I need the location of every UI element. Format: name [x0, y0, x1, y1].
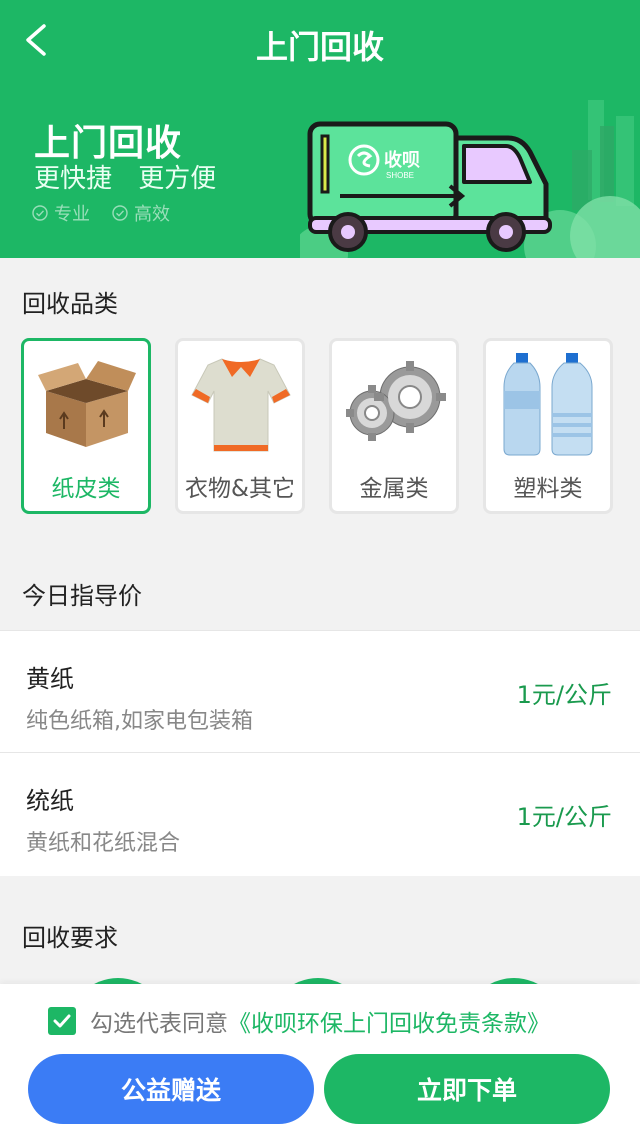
price-section-title: 今日指导价: [22, 582, 142, 610]
banner-tag: 高效: [112, 200, 170, 226]
price-header: 今日指导价: [0, 552, 640, 630]
banner-tag-label-2: 高效: [134, 204, 170, 225]
price-item-name: 黄纸: [26, 665, 74, 693]
truck-brand-en: SHOBE: [386, 171, 414, 180]
donate-button[interactable]: 公益赠送: [28, 1054, 314, 1124]
price-item-value: 1元/公斤: [516, 803, 612, 831]
price-row: 黄纸 纯色纸箱,如家电包装箱 1元/公斤: [0, 630, 640, 752]
agree-text: 勾选代表同意: [90, 1011, 228, 1037]
price-item-value: 1元/公斤: [516, 681, 612, 709]
category-label: 衣物&其它: [185, 476, 295, 502]
plastic-bottles-icon: [496, 351, 602, 457]
category-label: 金属类: [359, 476, 429, 502]
category-plastic[interactable]: 塑料类: [483, 338, 613, 514]
category-label: 塑料类: [513, 476, 583, 502]
category-cardboard[interactable]: 纸皮类: [21, 338, 151, 514]
price-row: 统纸 黄纸和花纸混合 1元/公斤: [0, 752, 640, 874]
truck-brand: 收呗: [384, 149, 420, 170]
price-item-name: 统纸: [26, 787, 74, 815]
banner-subtitle-2: 更方便: [138, 164, 217, 194]
requirements-section-title: 回收要求: [22, 924, 118, 952]
category-metal[interactable]: 金属类: [329, 338, 459, 514]
footer-bar: 勾选代表同意 《收呗环保上门回收免责条款》 公益赠送 立即下单: [0, 984, 640, 1136]
price-item-desc: 黄纸和花纸混合: [26, 831, 181, 856]
banner-tag: 专业: [32, 200, 90, 226]
truck-illustration: 收呗 SHOBE: [300, 100, 640, 258]
checkmark-icon: [53, 1014, 71, 1028]
gears-icon: [342, 351, 448, 457]
agreement-row: 勾选代表同意 《收呗环保上门回收免责条款》: [48, 1004, 550, 1038]
price-item-desc: 纯色纸箱,如家电包装箱: [26, 709, 253, 734]
banner-tag-label-1: 专业: [54, 204, 90, 225]
hero-banner: 上门回收 更快捷 更方便 专业 高效 收呗 SHOBE: [0, 86, 640, 258]
banner-subtitle-1: 更快捷: [34, 164, 113, 194]
order-now-button[interactable]: 立即下单: [324, 1054, 610, 1124]
price-section: 今日指导价 黄纸 纯色纸箱,如家电包装箱 1元/公斤 统纸 黄纸和花纸混合 1元…: [0, 552, 640, 876]
category-label: 纸皮类: [51, 476, 121, 502]
category-section-title: 回收品类: [22, 290, 118, 318]
agree-checkbox[interactable]: [48, 1007, 76, 1035]
check-circle-icon: [32, 205, 48, 221]
check-circle-icon: [112, 205, 128, 221]
category-clothes[interactable]: 衣物&其它: [175, 338, 305, 514]
terms-link[interactable]: 《收呗环保上门回收免责条款》: [228, 1004, 550, 1038]
banner-subtitle: 更快捷 更方便: [34, 158, 234, 195]
shirt-icon: [188, 351, 294, 457]
banner-tags: 专业 高效: [32, 200, 170, 226]
top-bar: 上门回收: [0, 0, 640, 86]
page-title: 上门回收: [255, 28, 384, 66]
cardboard-box-icon: [34, 351, 140, 457]
category-section: 回收品类 纸皮类 衣物&其它 金属类 塑料类: [0, 258, 640, 534]
